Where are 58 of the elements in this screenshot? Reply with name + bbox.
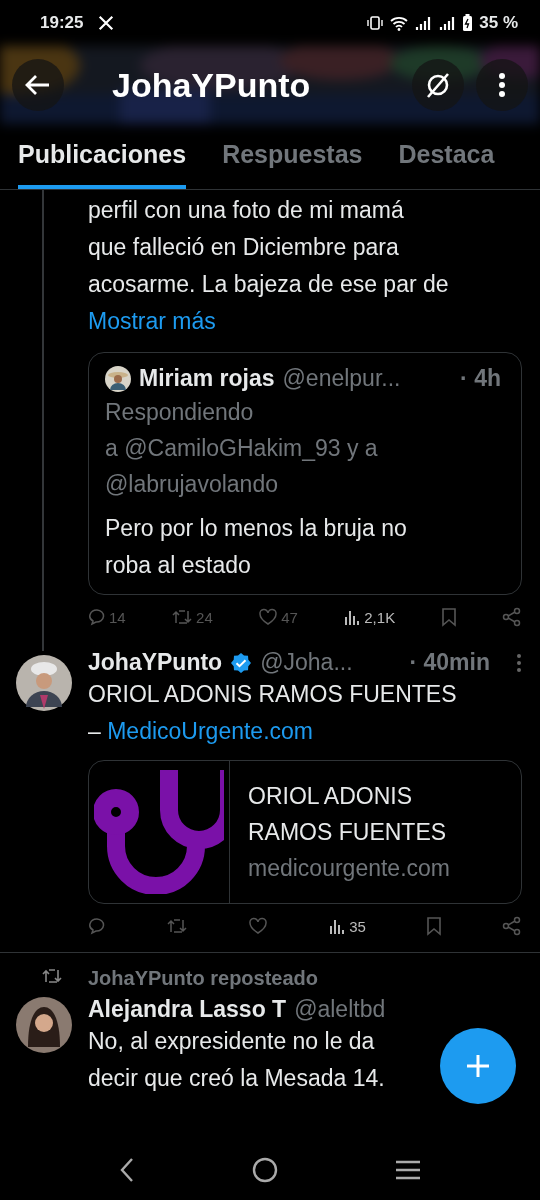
like-icon[interactable] xyxy=(248,917,269,935)
views-button[interactable]: 2,1K xyxy=(343,608,396,626)
x-logo-icon xyxy=(97,14,116,32)
post-text: ORIOL ADONIS RAMOS FUENTES – MedicoUrgente.com xyxy=(88,680,458,746)
post-text: perfil con una foto de mi mamá que falleció en Diciembre para acosarme. La bajeza de ese par de xyxy=(88,196,450,299)
replying-to-text: Respondiendo a @CamiloGHakim_93 y a @labrujavolando xyxy=(105,398,379,499)
avatar-icon[interactable] xyxy=(16,655,72,711)
reply-icon xyxy=(88,608,106,626)
card-domain: medicourgente.com xyxy=(248,854,450,883)
author-handle: @Joha... xyxy=(260,649,353,676)
link-preview-card[interactable]: ORIOL ADONIS RAMOS FUENTES medicourgente.com xyxy=(88,760,522,904)
avatar-icon[interactable] xyxy=(16,997,72,1053)
reply-icon[interactable] xyxy=(88,917,106,935)
profile-title: JohaYPunto xyxy=(112,65,312,105)
battery-icon xyxy=(462,14,474,32)
wifi-icon xyxy=(390,15,409,31)
more-icon xyxy=(498,72,506,98)
repost-icon xyxy=(171,608,194,626)
post-time: · 40min xyxy=(409,649,490,676)
post-link[interactable]: MedicoUrgente.com xyxy=(107,718,313,744)
quoted-text: Pero por lo menos la bruja no roba al estado xyxy=(105,514,408,580)
avatar-icon xyxy=(105,365,131,392)
status-time: 19:25 xyxy=(40,13,84,33)
stethoscope-icon xyxy=(94,770,224,894)
bar-chart-icon xyxy=(343,608,362,626)
back-nav-icon[interactable] xyxy=(118,1157,135,1183)
bookmark-icon[interactable] xyxy=(440,607,457,627)
more-icon[interactable] xyxy=(516,651,522,674)
like-icon xyxy=(258,608,279,626)
signal-icon xyxy=(414,15,433,31)
show-more-link[interactable]: Mostrar más xyxy=(88,308,216,334)
author-handle: @enelpur... xyxy=(282,365,401,392)
recents-nav-icon[interactable] xyxy=(395,1159,422,1181)
post-time: · 4h xyxy=(460,365,501,392)
author-handle: @aleltbd xyxy=(294,996,386,1023)
reposted-by-label: JohaYPunto reposteado xyxy=(88,967,320,990)
battery-percent: 35 % xyxy=(479,13,518,33)
share-icon[interactable] xyxy=(501,607,522,627)
quoted-post-card[interactable]: Miriam rojas @enelpur... · 4h Respondiendo a @CamiloGHakim_93 y a @labrujavolando Pero por lo menos la bruja no roba al estado xyxy=(88,352,522,595)
share-icon[interactable] xyxy=(502,916,522,936)
post-text: No, al expresidente no le da decir que creó la Mesada 14. xyxy=(88,1027,385,1093)
card-title: ORIOL ADONIS RAMOS FUENTES xyxy=(248,782,448,847)
author-name: JohaYPunto xyxy=(88,649,223,676)
plus-icon xyxy=(465,1053,491,1079)
bar-chart-icon xyxy=(328,917,347,935)
views-button[interactable]: 35 xyxy=(328,917,366,935)
repost-icon[interactable] xyxy=(166,917,189,935)
author-name: Alejandra Lasso T xyxy=(88,996,287,1023)
profile-tab[interactable]: Publicaciones xyxy=(18,130,187,189)
home-nav-icon[interactable] xyxy=(252,1157,278,1183)
bookmark-icon[interactable] xyxy=(425,916,442,936)
repost-icon xyxy=(41,967,63,985)
back-arrow-icon xyxy=(24,73,52,97)
vibrate-icon xyxy=(366,15,385,31)
profile-tab[interactable]: Respuestas xyxy=(222,130,363,189)
profile-tab[interactable]: Destaca xyxy=(398,130,495,189)
signal-icon xyxy=(438,15,457,31)
author-name: Miriam rojas xyxy=(139,365,275,392)
